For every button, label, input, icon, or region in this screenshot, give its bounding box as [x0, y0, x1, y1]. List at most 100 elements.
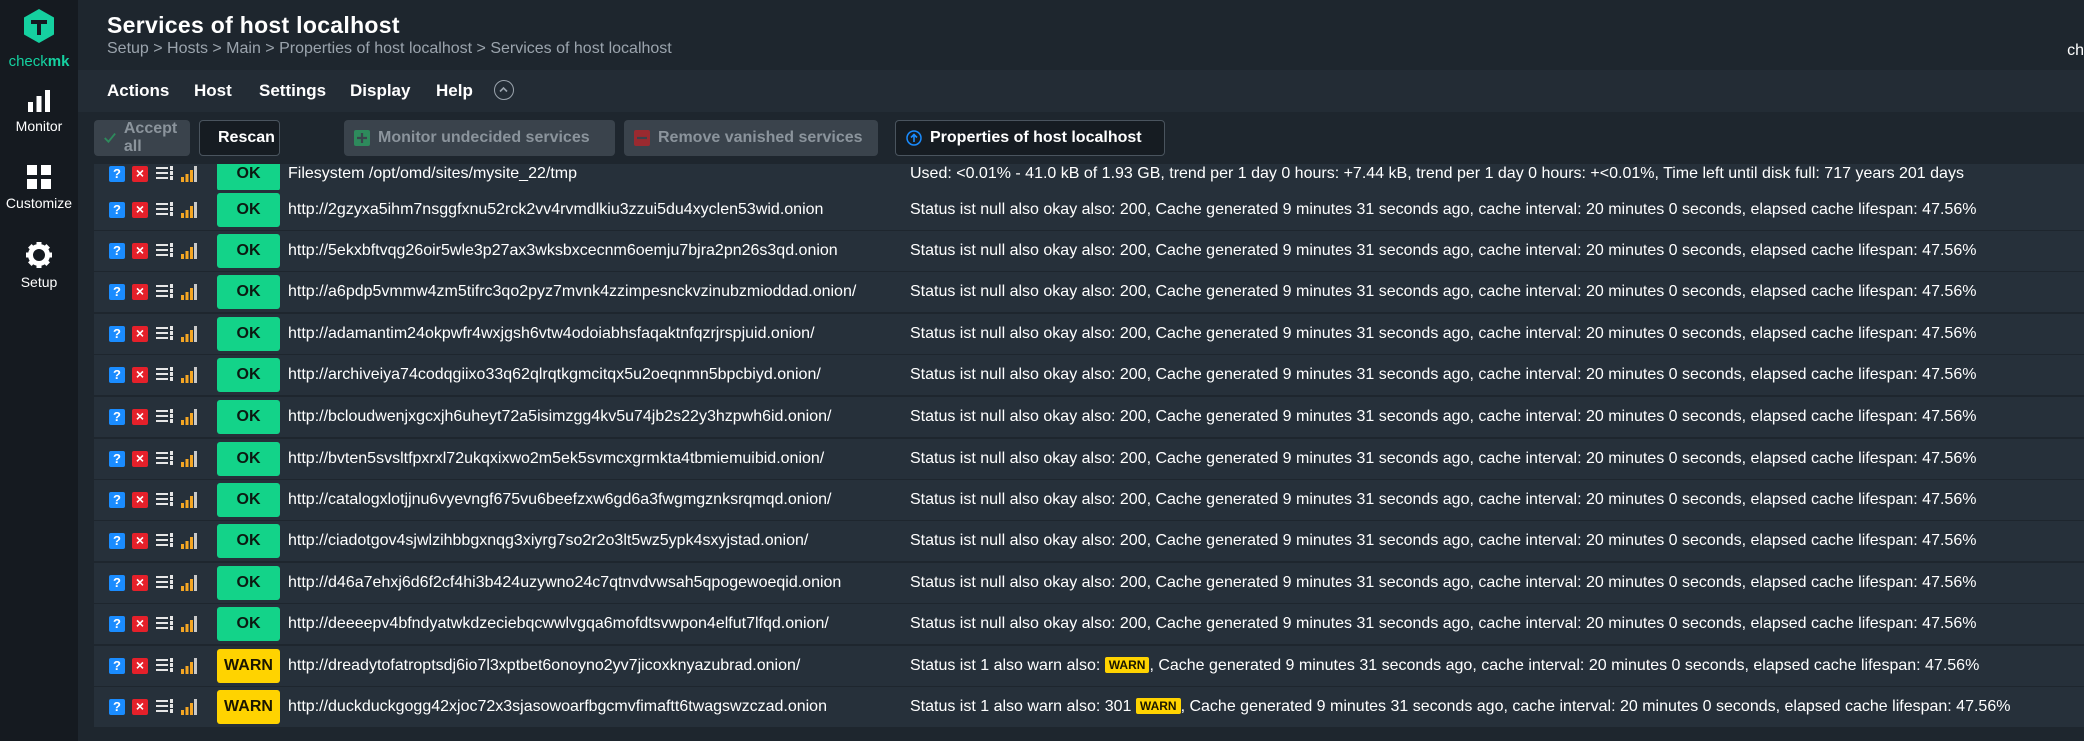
breadcrumb[interactable]: Setup > Hosts > Main > Properties of hos…	[107, 40, 672, 58]
service-params-icon[interactable]	[156, 166, 173, 182]
help-icon[interactable]: ?	[109, 451, 125, 467]
remove-vanished-button[interactable]: Remove vanished services	[624, 120, 878, 156]
rescan-button[interactable]: Rescan	[199, 120, 280, 156]
delete-icon[interactable]: ×	[132, 326, 148, 342]
service-name[interactable]: http://dreadytofatroptsdj6io7l3xptbet6on…	[288, 657, 800, 675]
help-icon[interactable]: ?	[109, 575, 125, 591]
service-output: Status ist null also okay also: 200, Cac…	[910, 201, 1977, 218]
help-icon[interactable]: ?	[109, 658, 125, 674]
perfgraph-icon[interactable]	[181, 699, 197, 715]
table-row: ? × OK http://5ekxbftvqg26oir5wle3p27ax3wks…	[94, 231, 2084, 272]
delete-icon[interactable]: ×	[132, 202, 148, 218]
menu-actions[interactable]: Actions	[107, 81, 169, 101]
service-name[interactable]: http://duckduckgogg42xjoc72x3sjasowoarfb…	[288, 698, 827, 716]
service-name[interactable]: http://2gzyxa5ihm7nsggfxnu52rck2vv4rvmdl…	[288, 201, 823, 219]
service-params-icon[interactable]	[156, 202, 173, 218]
menu-settings[interactable]: Settings	[259, 81, 326, 101]
monitor-undecided-button[interactable]: Monitor undecided services	[344, 120, 615, 156]
delete-icon[interactable]: ×	[132, 533, 148, 549]
service-name[interactable]: http://deeeepv4bfndyatwkdzeciebqcwwlvgqa…	[288, 615, 829, 633]
service-params-icon[interactable]	[156, 575, 173, 591]
sidebar-item-label: Customize	[5, 195, 73, 211]
help-icon[interactable]: ?	[109, 326, 125, 342]
service-params-icon[interactable]	[156, 409, 173, 425]
delete-icon[interactable]: ×	[132, 451, 148, 467]
brand-name-part1: check	[8, 53, 48, 70]
sidebar-item-monitor[interactable]: Monitor	[0, 90, 78, 134]
service-params-icon[interactable]	[156, 326, 173, 342]
menu-display[interactable]: Display	[350, 81, 410, 101]
service-name[interactable]: http://catalogxlotjjnu6vyevngf675vu6beef…	[288, 491, 831, 509]
delete-icon[interactable]: ×	[132, 492, 148, 508]
service-name[interactable]: http://adamantim24okpwfr4wxjgsh6vtw4odoi…	[288, 325, 815, 343]
service-name[interactable]: http://a6pdp5vmmw4zm5tifrc3qo2pyz7mvnk4z…	[288, 283, 856, 301]
delete-icon[interactable]: ×	[132, 284, 148, 300]
service-params-icon[interactable]	[156, 492, 173, 508]
accept-all-button[interactable]: Accept all	[94, 120, 190, 156]
service-params-icon[interactable]	[156, 533, 173, 549]
help-icon[interactable]: ?	[109, 166, 125, 182]
action-toolbar: Accept all Rescan Monitor undecided serv…	[78, 112, 2084, 164]
collapse-menu-button[interactable]	[494, 80, 514, 100]
service-params-icon[interactable]	[156, 658, 173, 674]
properties-host-label: Properties of host localhost	[930, 129, 1142, 146]
delete-icon[interactable]: ×	[132, 409, 148, 425]
help-icon[interactable]: ?	[109, 202, 125, 218]
service-name[interactable]: http://archiveiya74codqgiixo33q62qlrqtkg…	[288, 366, 821, 384]
help-icon[interactable]: ?	[109, 243, 125, 259]
perfgraph-icon[interactable]	[181, 367, 197, 383]
monitor-icon	[28, 90, 50, 112]
sidebar-item-setup[interactable]: Setup	[0, 242, 78, 290]
delete-icon[interactable]: ×	[132, 658, 148, 674]
services-table: ? × OK Filesystem /opt/omd/sites/mysite_22/…	[94, 164, 2084, 741]
status-badge: OK	[217, 483, 280, 517]
accept-all-label: Accept all	[123, 120, 178, 155]
delete-icon[interactable]: ×	[132, 699, 148, 715]
perfgraph-icon[interactable]	[181, 326, 197, 342]
checkmk-logo-icon	[24, 9, 54, 43]
delete-icon[interactable]: ×	[132, 166, 148, 182]
help-icon[interactable]: ?	[109, 533, 125, 549]
menu-help[interactable]: Help	[436, 81, 473, 101]
perfgraph-icon[interactable]	[181, 409, 197, 425]
perfgraph-icon[interactable]	[181, 284, 197, 300]
menu-host[interactable]: Host	[194, 81, 232, 101]
perfgraph-icon[interactable]	[181, 243, 197, 259]
help-icon[interactable]: ?	[109, 284, 125, 300]
service-name[interactable]: http://bcloudwenjxgcxjh6uheyt72a5isimzgg…	[288, 408, 831, 426]
help-icon[interactable]: ?	[109, 367, 125, 383]
perfgraph-icon[interactable]	[181, 616, 197, 632]
service-name[interactable]: http://bvten5svsltfpxrxl72ukqxixwo2m5ek5…	[288, 450, 824, 468]
service-name[interactable]: http://d46a7ehxj6d6f2cf4hi3b424uzywno24c…	[288, 574, 841, 592]
service-name[interactable]: http://5ekxbftvqg26oir5wle3p27ax3wksbxce…	[288, 242, 838, 260]
delete-icon[interactable]: ×	[132, 367, 148, 383]
service-params-icon[interactable]	[156, 243, 173, 259]
perfgraph-icon[interactable]	[181, 202, 197, 218]
perfgraph-icon[interactable]	[181, 451, 197, 467]
service-output: Status ist null also okay also: 200, Cac…	[910, 491, 1977, 508]
service-params-icon[interactable]	[156, 699, 173, 715]
user-menu[interactable]: ch	[2067, 42, 2084, 60]
perfgraph-icon[interactable]	[181, 575, 197, 591]
delete-icon[interactable]: ×	[132, 616, 148, 632]
checkmk-logo[interactable]: checkmk	[0, 8, 78, 70]
service-params-icon[interactable]	[156, 284, 173, 300]
status-badge: WARN	[217, 649, 280, 683]
help-icon[interactable]: ?	[109, 492, 125, 508]
delete-icon[interactable]: ×	[132, 243, 148, 259]
properties-host-button[interactable]: Properties of host localhost	[895, 120, 1165, 156]
help-icon[interactable]: ?	[109, 699, 125, 715]
delete-icon[interactable]: ×	[132, 575, 148, 591]
perfgraph-icon[interactable]	[181, 533, 197, 549]
help-icon[interactable]: ?	[109, 616, 125, 632]
service-name[interactable]: Filesystem /opt/omd/sites/mysite_22/tmp	[288, 165, 577, 183]
service-name[interactable]: http://ciadotgov4sjwlzihbbgxnqg3xiyrg7so…	[288, 532, 808, 550]
perfgraph-icon[interactable]	[181, 492, 197, 508]
service-params-icon[interactable]	[156, 451, 173, 467]
perfgraph-icon[interactable]	[181, 166, 197, 182]
service-params-icon[interactable]	[156, 367, 173, 383]
service-params-icon[interactable]	[156, 616, 173, 632]
help-icon[interactable]: ?	[109, 409, 125, 425]
sidebar-item-customize[interactable]: Customize	[0, 165, 78, 211]
perfgraph-icon[interactable]	[181, 658, 197, 674]
